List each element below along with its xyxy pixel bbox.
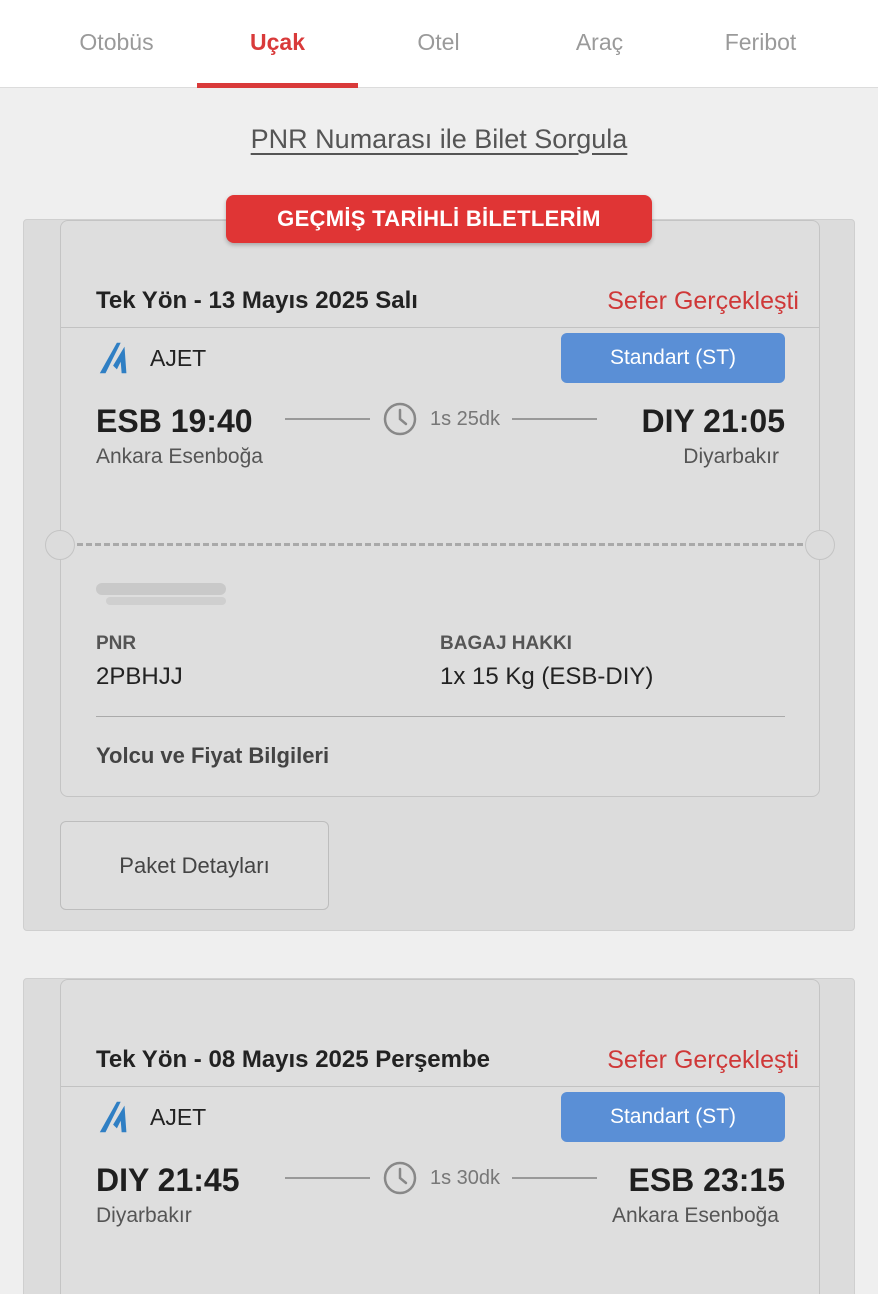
tab-ucak[interactable]: Uçak	[197, 0, 358, 88]
trip-status: Sefer Gerçekleşti	[607, 1046, 799, 1074]
ticket-notch-right	[805, 530, 835, 560]
fare-class-badge[interactable]: Standart (ST)	[561, 1092, 785, 1142]
trip-title: Tek Yön - 13 Mayıs 2025 Salı	[96, 287, 418, 314]
ajet-logo-icon	[99, 342, 127, 374]
airline: AJET	[96, 339, 206, 377]
tab-otel[interactable]: Otel	[358, 0, 519, 88]
redacted-passenger-name	[96, 583, 226, 605]
duration-text: 1s 25dk	[429, 407, 501, 430]
past-tickets-badge: GEÇMİŞ TARİHLİ BİLETLERİM	[226, 195, 652, 243]
header-divider	[61, 327, 819, 328]
duration-line	[512, 418, 597, 420]
arrival-city: Diyarbakır	[683, 445, 779, 468]
pnr-query-link[interactable]: PNR Numarası ile Bilet Sorgula	[0, 124, 878, 155]
duration-text: 1s 30dk	[429, 1166, 501, 1189]
tab-feribot[interactable]: Feribot	[680, 0, 841, 88]
airline-name: AJET	[150, 344, 207, 371]
pnr-value: 2PBHJJ	[96, 663, 183, 690]
departure-time: ESB 19:40	[96, 403, 253, 439]
ticket-perforation	[77, 543, 803, 546]
pnr-label: PNR	[96, 633, 137, 654]
trip-title: Tek Yön - 08 Mayıs 2025 Perşembe	[96, 1046, 490, 1073]
passenger-price-info-link[interactable]: Yolcu ve Fiyat Bilgileri	[96, 743, 329, 769]
package-details-button[interactable]: Paket Detayları	[60, 821, 329, 910]
info-divider	[96, 716, 785, 717]
ticket-card: Tek Yön - 08 Mayıs 2025 Perşembe Sefer G…	[60, 979, 820, 1294]
departure-time: DIY 21:45	[96, 1162, 240, 1198]
ticket-panel: Tek Yön - 08 Mayıs 2025 Perşembe Sefer G…	[23, 978, 855, 1294]
tab-arac[interactable]: Araç	[519, 0, 680, 88]
airline-name: AJET	[150, 1103, 207, 1130]
ticket-notch-left	[45, 530, 75, 560]
duration-line	[512, 1177, 597, 1179]
departure-city: Ankara Esenboğa	[96, 445, 263, 468]
arrival-city: Ankara Esenboğa	[612, 1204, 779, 1227]
duration-line	[285, 1177, 370, 1179]
ajet-logo-icon	[99, 1101, 127, 1133]
ticket-card: Tek Yön - 13 Mayıs 2025 Salı Sefer Gerçe…	[45, 220, 835, 797]
departure-city: Diyarbakır	[96, 1204, 192, 1227]
arrival-time: ESB 23:15	[628, 1162, 785, 1198]
clock-icon	[383, 402, 417, 436]
header-divider	[61, 1086, 819, 1087]
tab-otobus[interactable]: Otobüs	[36, 0, 197, 88]
arrival-time: DIY 21:05	[641, 403, 786, 439]
baggage-value: 1x 15 Kg (ESB-DIY)	[440, 663, 654, 690]
baggage-label: BAGAJ HAKKI	[440, 633, 572, 654]
airline: AJET	[96, 1098, 206, 1136]
fare-class-badge[interactable]: Standart (ST)	[561, 333, 785, 383]
transport-tab-bar: Otobüs Uçak Otel Araç Feribot	[0, 0, 878, 88]
duration-line	[285, 418, 370, 420]
flight-duration: 1s 25dk	[285, 401, 597, 437]
clock-icon	[383, 1161, 417, 1195]
flight-duration: 1s 30dk	[285, 1160, 597, 1196]
trip-status: Sefer Gerçekleşti	[607, 287, 799, 315]
ticket-panel: Tek Yön - 13 Mayıs 2025 Salı Sefer Gerçe…	[23, 219, 855, 931]
